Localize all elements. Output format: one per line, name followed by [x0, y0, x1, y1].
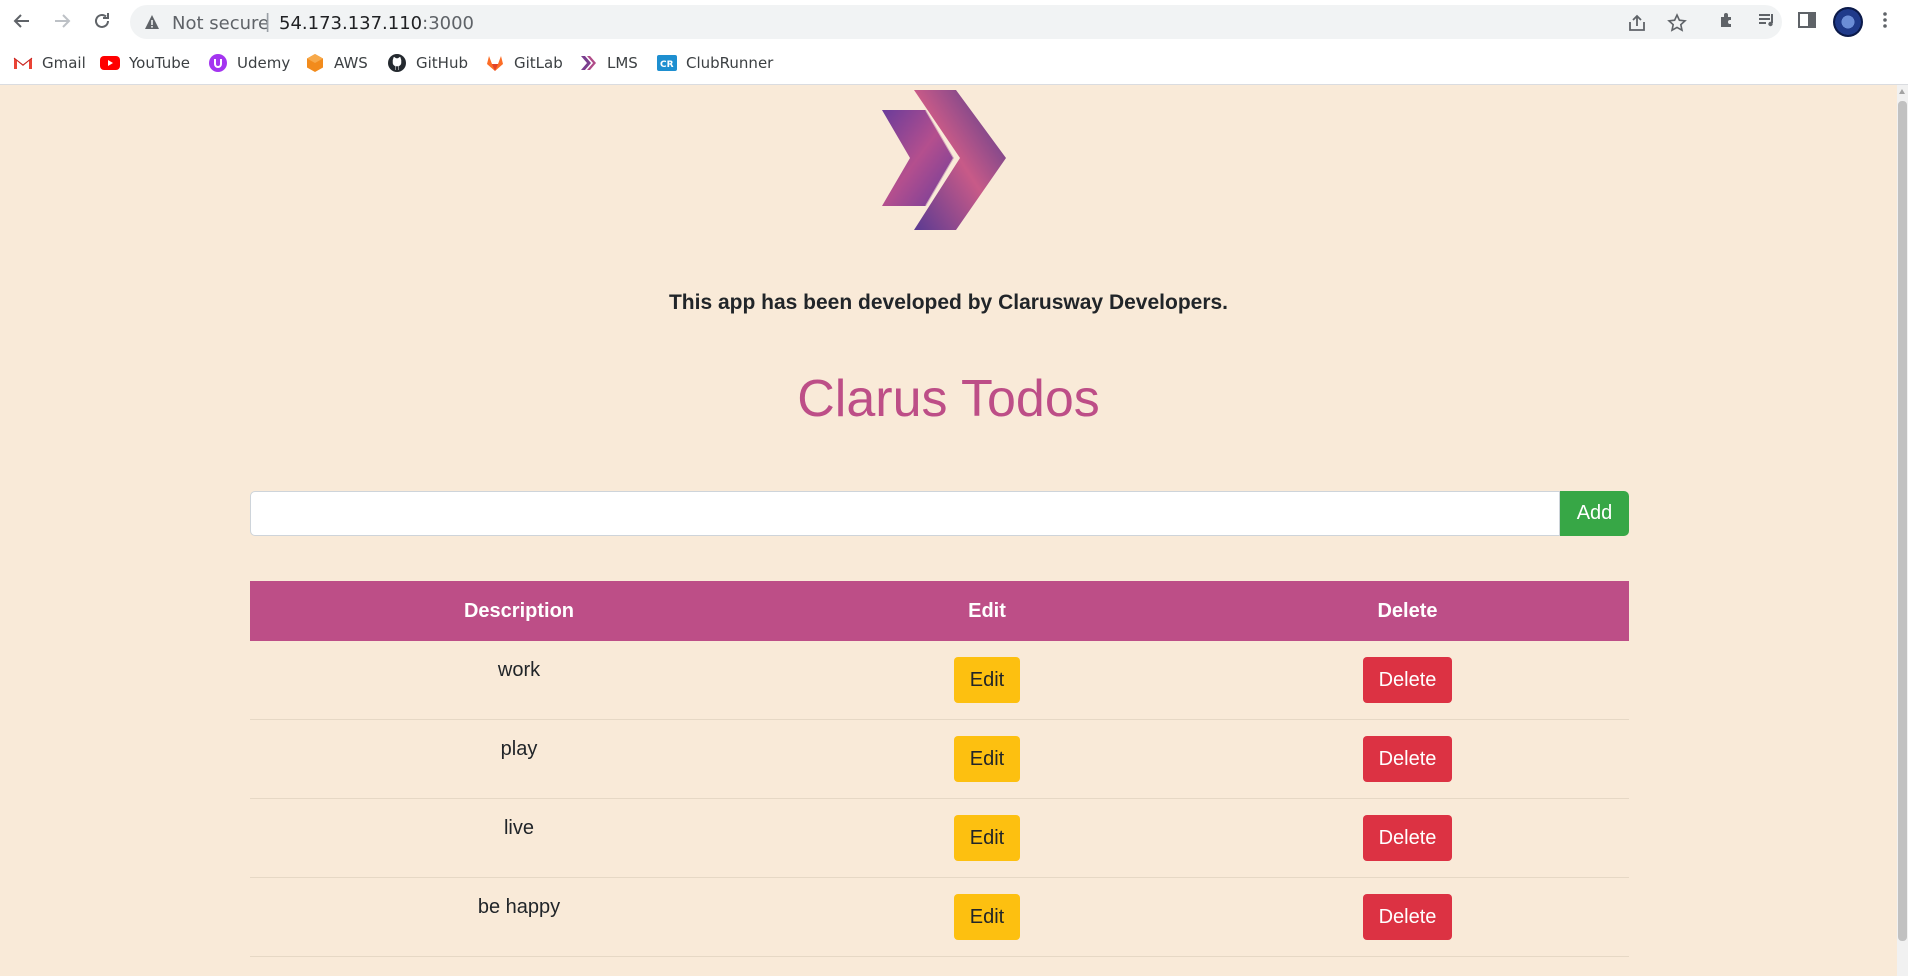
security-status-text[interactable]: Not secure	[172, 13, 269, 34]
header-description: Description	[463, 599, 575, 622]
header-delete: Delete	[1377, 599, 1438, 622]
back-arrow-icon	[13, 14, 29, 28]
bookmark-github[interactable]: GitHub	[387, 51, 468, 75]
table-row: live Edit Delete	[250, 799, 1629, 878]
table-row: be happy Edit Delete	[250, 878, 1629, 957]
github-icon	[387, 53, 407, 73]
extensions-icon[interactable]	[1717, 10, 1737, 30]
bookmark-label: LMS	[607, 54, 638, 72]
url-host: 54.173.137.110	[279, 13, 423, 34]
clarusway-logo	[882, 90, 1006, 230]
url-text[interactable]: 54.173.137.110:3000	[279, 13, 474, 34]
forward-button[interactable]	[48, 7, 76, 35]
add-button[interactable]: Add	[1560, 491, 1629, 536]
delete-button[interactable]: Delete	[1363, 736, 1452, 782]
bookmark-clubrunner[interactable]: CR ClubRunner	[657, 51, 773, 75]
lms-icon	[578, 53, 598, 73]
app-page: This app has been developed by Clarusway…	[0, 85, 1897, 976]
profile-avatar[interactable]	[1833, 7, 1863, 37]
edit-button[interactable]: Edit	[954, 736, 1020, 782]
todo-description: work	[497, 659, 541, 681]
bookmark-label: AWS	[334, 54, 368, 72]
scroll-up-arrow-icon[interactable]	[1899, 89, 1905, 94]
reload-button[interactable]	[88, 7, 116, 35]
bookmark-label: ClubRunner	[686, 54, 774, 72]
reload-icon	[95, 13, 109, 28]
edit-button[interactable]: Edit	[954, 894, 1020, 940]
header-edit: Edit	[968, 599, 1006, 622]
todo-description: live	[503, 817, 534, 839]
bookmark-label: YouTube	[129, 54, 190, 72]
aws-icon	[305, 53, 325, 73]
back-button[interactable]	[8, 7, 36, 35]
udemy-icon	[208, 53, 228, 73]
todo-description: be happy	[477, 896, 561, 918]
clubrunner-icon: CR	[657, 53, 677, 73]
bookmark-lms[interactable]: LMS	[578, 51, 638, 75]
page-scrollbar[interactable]	[1897, 85, 1908, 976]
bookmark-star-icon[interactable]	[1667, 13, 1687, 33]
forward-arrow-icon	[55, 14, 71, 28]
delete-button[interactable]: Delete	[1363, 657, 1452, 703]
bookmark-label: Udemy	[237, 54, 291, 72]
todos-table: Description Edit Delete work Edit Delete…	[250, 581, 1629, 957]
share-icon[interactable]	[1627, 13, 1647, 33]
bookmark-label: Gmail	[42, 54, 86, 72]
url-separator: |	[265, 11, 271, 33]
scrollbar-thumb[interactable]	[1898, 101, 1907, 941]
side-panel-icon[interactable]	[1797, 10, 1817, 30]
todo-description: play	[500, 738, 538, 760]
table-row: work Edit Delete	[250, 641, 1629, 720]
youtube-icon	[100, 53, 120, 73]
delete-button[interactable]: Delete	[1363, 894, 1452, 940]
delete-button[interactable]: Delete	[1363, 815, 1452, 861]
warning-icon[interactable]	[144, 14, 160, 30]
table-row: play Edit Delete	[250, 720, 1629, 799]
url-port: :3000	[422, 13, 475, 34]
page-title: Clarus Todos	[797, 370, 1100, 428]
developer-credit: This app has been developed by Clarusway…	[668, 291, 1229, 314]
svg-text:CR: CR	[660, 60, 674, 70]
bookmark-youtube[interactable]: YouTube	[100, 51, 190, 75]
table-header: Description Edit Delete	[250, 581, 1629, 641]
bookmarks-bar: Gmail YouTube Udemy AWS GitHub GitLab LM…	[0, 43, 1908, 85]
bookmark-udemy[interactable]: Udemy	[208, 51, 290, 75]
edit-button[interactable]: Edit	[954, 657, 1020, 703]
gitlab-icon	[485, 53, 505, 73]
todo-input[interactable]	[250, 491, 1560, 536]
browser-toolbar: Not secure | 54.173.137.110:3000	[0, 0, 1908, 43]
edit-button[interactable]: Edit	[954, 815, 1020, 861]
bookmark-label: GitLab	[514, 54, 563, 72]
bookmark-gmail[interactable]: Gmail	[13, 51, 86, 75]
address-bar[interactable]: Not secure | 54.173.137.110:3000	[130, 5, 1782, 39]
more-menu-icon[interactable]	[1877, 10, 1893, 30]
media-control-icon[interactable]	[1757, 10, 1777, 30]
bookmark-aws[interactable]: AWS	[305, 51, 368, 75]
gmail-icon	[13, 53, 33, 73]
bookmark-label: GitHub	[416, 54, 468, 72]
bookmark-gitlab[interactable]: GitLab	[485, 51, 563, 75]
